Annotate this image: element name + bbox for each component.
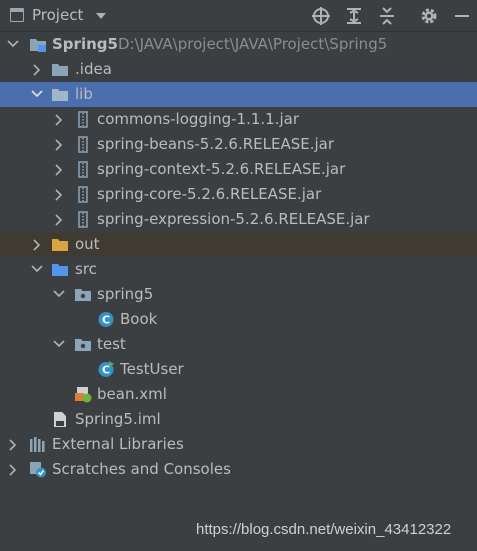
package-icon xyxy=(74,286,92,303)
folder-label-idea: .idea xyxy=(75,60,112,78)
scratches-label: Scratches and Consoles xyxy=(52,460,231,478)
tree-row-iml[interactable]: Spring5.iml xyxy=(0,407,477,432)
jar-icon xyxy=(74,111,92,128)
jar-label: spring-beans-5.2.6.RELEASE.jar xyxy=(97,135,335,153)
jar-icon xyxy=(74,211,92,228)
runnable-class-icon: C xyxy=(97,361,115,378)
tree-row-package-test[interactable]: test xyxy=(0,332,477,357)
scratches-icon xyxy=(29,461,47,478)
folder-icon xyxy=(51,61,69,78)
file-label: bean.xml xyxy=(97,385,167,403)
tree-row-package-spring5[interactable]: spring5 xyxy=(0,282,477,307)
tree-row-jar[interactable]: commons-logging-1.1.1.jar xyxy=(0,107,477,132)
locate-icon[interactable] xyxy=(309,4,333,28)
view-selector-title[interactable]: Project xyxy=(32,6,83,24)
tree-row-jar[interactable]: spring-context-5.2.6.RELEASE.jar xyxy=(0,157,477,182)
tree-row-jar[interactable]: spring-beans-5.2.6.RELEASE.jar xyxy=(0,132,477,157)
project-tool-window-header: Project xyxy=(0,0,477,32)
svg-text:C: C xyxy=(102,314,110,327)
chevron-down-icon[interactable] xyxy=(29,257,43,282)
jar-label: spring-context-5.2.6.RELEASE.jar xyxy=(97,160,346,178)
source-folder-icon xyxy=(51,261,69,278)
jar-icon xyxy=(74,161,92,178)
chevron-right-icon[interactable] xyxy=(51,107,65,132)
chevron-down-icon[interactable] xyxy=(51,282,65,307)
tree-row-class-testuser[interactable]: C TestUser xyxy=(0,357,477,382)
chevron-right-icon[interactable] xyxy=(29,57,43,82)
class-label: TestUser xyxy=(120,360,184,378)
svg-text:C: C xyxy=(102,364,110,377)
tree-row-idea[interactable]: .idea xyxy=(0,57,477,82)
project-window-icon xyxy=(10,8,24,22)
tree-row-src[interactable]: src xyxy=(0,257,477,282)
external-libraries-label: External Libraries xyxy=(52,435,184,453)
jar-icon xyxy=(74,186,92,203)
chevron-right-icon[interactable] xyxy=(5,432,19,457)
collapse-all-icon[interactable] xyxy=(375,4,399,28)
folder-label-lib: lib xyxy=(75,85,93,103)
root-module-label: Spring5 xyxy=(52,35,118,53)
library-icon xyxy=(29,436,47,453)
root-module-path: D:\JAVA\project\JAVA\Project\Spring5 xyxy=(118,35,388,53)
class-label: Book xyxy=(120,310,158,328)
tree-row-external-libraries[interactable]: External Libraries xyxy=(0,432,477,457)
jar-label: spring-core-5.2.6.RELEASE.jar xyxy=(97,185,322,203)
chevron-right-icon[interactable] xyxy=(29,232,43,257)
package-icon xyxy=(74,336,92,353)
folder-label-src: src xyxy=(75,260,97,278)
excluded-folder-icon xyxy=(51,236,69,253)
tree-row-scratches[interactable]: Scratches and Consoles xyxy=(0,457,477,482)
chevron-down-icon[interactable] xyxy=(5,32,19,57)
jar-icon xyxy=(74,136,92,153)
chevron-down-icon[interactable] xyxy=(96,13,106,19)
folder-icon xyxy=(51,86,69,103)
tree-row-root[interactable]: Spring5 D:\JAVA\project\JAVA\Project\Spr… xyxy=(0,32,477,57)
class-icon: C xyxy=(97,311,115,328)
chevron-right-icon[interactable] xyxy=(51,182,65,207)
watermark-url: https://blog.csdn.net/weixin_43412322 xyxy=(196,521,452,538)
hide-icon[interactable] xyxy=(450,4,474,28)
chevron-down-icon[interactable] xyxy=(29,82,43,107)
jar-label: commons-logging-1.1.1.jar xyxy=(97,110,300,128)
package-label: spring5 xyxy=(97,285,154,303)
module-folder-icon xyxy=(29,36,47,53)
tree-row-bean-xml[interactable]: bean.xml xyxy=(0,382,477,407)
chevron-right-icon[interactable] xyxy=(51,207,65,232)
tree-row-out[interactable]: out xyxy=(0,232,477,257)
tree-row-class-book[interactable]: C Book xyxy=(0,307,477,332)
iml-file-icon xyxy=(51,411,69,428)
settings-icon[interactable] xyxy=(417,4,441,28)
package-label: test xyxy=(97,335,126,353)
tree-row-lib[interactable]: lib xyxy=(0,82,477,107)
chevron-right-icon[interactable] xyxy=(51,132,65,157)
expand-all-icon[interactable] xyxy=(342,4,366,28)
jar-label: spring-expression-5.2.6.RELEASE.jar xyxy=(97,210,370,228)
tree-row-jar[interactable]: spring-core-5.2.6.RELEASE.jar xyxy=(0,182,477,207)
tree-row-jar[interactable]: spring-expression-5.2.6.RELEASE.jar xyxy=(0,207,477,232)
file-label: Spring5.iml xyxy=(75,410,161,428)
chevron-down-icon[interactable] xyxy=(51,332,65,357)
chevron-right-icon[interactable] xyxy=(5,457,19,482)
chevron-right-icon[interactable] xyxy=(51,157,65,182)
folder-label-out: out xyxy=(75,235,100,253)
spring-xml-icon xyxy=(74,386,92,403)
